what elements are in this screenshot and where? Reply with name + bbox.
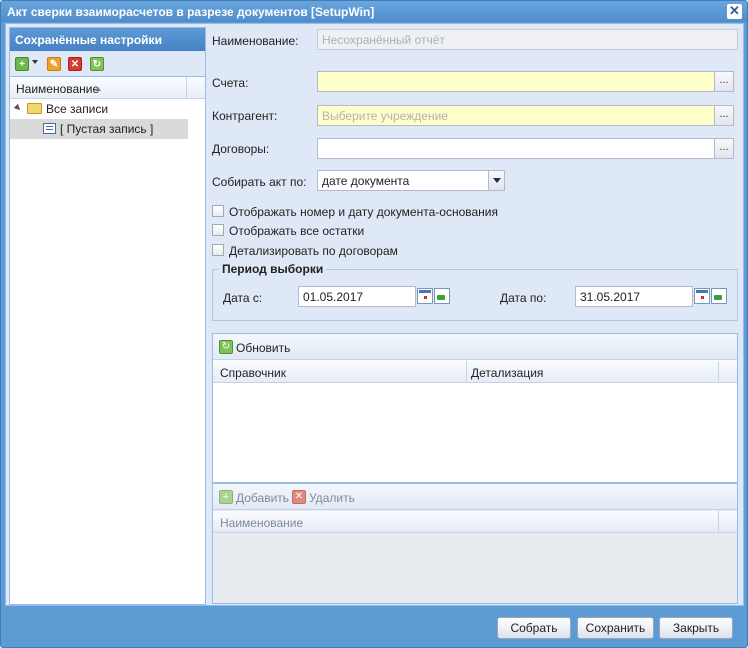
collect-button[interactable]: Собрать: [497, 617, 571, 639]
checkbox-label: Отображать номер и дату документа-основа…: [229, 205, 498, 219]
contracts-label: Договоры:: [212, 142, 270, 156]
collect-by-select[interactable]: дате документа: [317, 170, 489, 191]
record-icon: [43, 123, 56, 134]
period-fieldset: Период выборки Дата с: 01.05.2017 Дата п…: [212, 262, 738, 321]
checkbox-label: Отображать все остатки: [229, 224, 365, 238]
close-button[interactable]: Закрыть: [659, 617, 733, 639]
directory-grid: ↻ Обновить Справочник Детализация: [212, 333, 738, 483]
add-button[interactable]: Добавить: [236, 491, 289, 505]
checkbox-label: Детализировать по договорам: [229, 244, 398, 258]
checkbox-show-basis-document[interactable]: [212, 205, 224, 217]
window-title: Акт сверки взаиморасчетов в разрезе доку…: [7, 5, 375, 19]
collect-by-label: Собирать акт по:: [212, 175, 307, 189]
refresh-icon[interactable]: ↻: [219, 340, 233, 354]
contracts-field[interactable]: [317, 138, 715, 159]
saved-settings-panel: Сохранённые настройки + ✎ ✕ ↻ Наименован…: [9, 27, 206, 605]
column-separator: [466, 361, 467, 383]
column-separator: [186, 77, 187, 98]
close-icon[interactable]: ✕: [727, 4, 742, 19]
contracts-select-button[interactable]: ...: [714, 138, 734, 159]
save-button[interactable]: Сохранить: [577, 617, 654, 639]
accounts-select-button[interactable]: ...: [714, 71, 734, 92]
calendar-icon[interactable]: [694, 288, 710, 304]
saved-settings-toolbar: + ✎ ✕ ↻: [10, 51, 205, 77]
tree-node-empty-record[interactable]: [ Пустая запись ]: [10, 119, 188, 139]
refresh-button[interactable]: Обновить: [236, 341, 290, 355]
tree-node-all-records[interactable]: Все записи: [10, 99, 205, 119]
setup-window: Акт сверки взаиморасчетов в разрезе доку…: [0, 0, 748, 648]
period-legend: Период выборки: [219, 262, 327, 276]
tree-node-label: [ Пустая запись ]: [60, 122, 154, 136]
edit-icon[interactable]: ✎: [47, 57, 61, 71]
counterparty-select-button[interactable]: ...: [714, 105, 734, 126]
name-label: Наименование:: [212, 34, 299, 48]
contracts-grid-header: Наименование: [213, 511, 737, 533]
window-body: Сохранённые настройки + ✎ ✕ ↻ Наименован…: [5, 23, 744, 606]
tree-node-label: Все записи: [46, 102, 109, 116]
counterparty-label: Контрагент:: [212, 109, 278, 123]
expand-arrow-icon[interactable]: [13, 103, 23, 113]
delete-button[interactable]: Удалить: [309, 491, 355, 505]
column-header-name[interactable]: Наименование: [220, 516, 303, 530]
clear-date-icon[interactable]: [434, 288, 450, 304]
calendar-icon[interactable]: [417, 288, 433, 304]
chevron-down-icon[interactable]: [32, 60, 38, 64]
refresh-icon[interactable]: ↻: [90, 57, 104, 71]
column-separator: [718, 361, 719, 383]
directory-grid-toolbar: ↻ Обновить: [213, 334, 737, 360]
checkbox-detail-by-contracts[interactable]: [212, 244, 224, 256]
chevron-down-icon[interactable]: [488, 170, 505, 191]
tree-column-header[interactable]: Наименование: [10, 77, 205, 99]
contracts-grid: + Добавить ✕ Удалить Наименование: [212, 483, 738, 604]
counterparty-field[interactable]: Выберите учреждение: [317, 105, 715, 126]
date-from-field[interactable]: 01.05.2017: [298, 286, 416, 307]
checkbox-show-all-balances[interactable]: [212, 224, 224, 236]
delete-icon[interactable]: ✕: [68, 57, 82, 71]
clear-date-icon[interactable]: [711, 288, 727, 304]
contracts-grid-toolbar: + Добавить ✕ Удалить: [213, 484, 737, 510]
sort-asc-icon: [95, 87, 101, 91]
accounts-label: Счета:: [212, 76, 249, 90]
tree-column-label: Наименование: [16, 82, 100, 96]
saved-settings-header: Сохранённые настройки: [10, 28, 205, 51]
name-field: Несохранённый отчёт: [317, 29, 738, 50]
column-header-detail[interactable]: Детализация: [471, 366, 543, 380]
accounts-field[interactable]: [317, 71, 715, 92]
date-from-label: Дата с:: [223, 291, 263, 305]
add-icon[interactable]: +: [15, 57, 29, 71]
directory-grid-header: Справочник Детализация: [213, 361, 737, 383]
counterparty-placeholder: Выберите учреждение: [322, 109, 448, 123]
column-header-directory[interactable]: Справочник: [220, 366, 286, 380]
date-to-field[interactable]: 31.05.2017: [575, 286, 693, 307]
title-bar[interactable]: Акт сверки взаиморасчетов в разрезе доку…: [1, 1, 747, 22]
delete-icon[interactable]: ✕: [292, 490, 306, 504]
add-icon[interactable]: +: [219, 490, 233, 504]
date-to-label: Дата по:: [500, 291, 547, 305]
folder-icon: [27, 103, 42, 114]
column-separator: [718, 511, 719, 533]
